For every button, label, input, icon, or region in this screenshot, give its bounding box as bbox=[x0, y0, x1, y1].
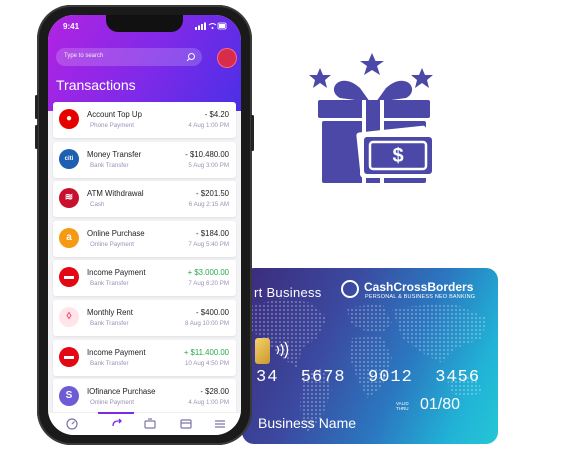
card-chip-icon bbox=[255, 338, 270, 364]
transfer-icon[interactable] bbox=[110, 417, 124, 431]
transaction-date: 8 Aug 10:00 PM bbox=[184, 319, 229, 327]
wallet-icon[interactable] bbox=[179, 417, 193, 431]
transaction-amount: - $28.00 bbox=[200, 387, 229, 397]
santander-logo-icon: ▬ bbox=[59, 267, 79, 288]
card-holder-name: Business Name bbox=[258, 415, 357, 431]
transaction-date: 5 Aug 3:00 PM bbox=[188, 161, 229, 169]
airbnb-logo-icon: ◊ bbox=[59, 306, 79, 327]
transaction-subtitle: Cash bbox=[90, 201, 105, 209]
phone-screen: 9:41 Type to search Transactions ● Accoun… bbox=[48, 15, 241, 435]
transaction-row[interactable]: ▬ Income Payment Bank Transfer + $3.000.00 7… bbox=[53, 260, 236, 297]
transaction-row[interactable]: ● Account Top Up Phone Payment - $4.20 4 Aug… bbox=[53, 102, 236, 138]
transaction-title: Money Transfer bbox=[87, 149, 142, 159]
card-tagline: PERSONAL & BUSINESS NEO BANKING bbox=[365, 294, 476, 300]
search-icon[interactable] bbox=[186, 52, 196, 62]
card-brand-icon bbox=[341, 280, 359, 298]
transaction-subtitle: Bank Transfer bbox=[90, 280, 129, 288]
transaction-title: Income Payment bbox=[87, 268, 146, 278]
transaction-subtitle: Online Payment bbox=[90, 240, 135, 248]
bank-of-america-logo-icon: ≋ bbox=[59, 188, 79, 209]
transaction-amount: - $184.00 bbox=[196, 228, 229, 238]
transaction-subtitle: Bank Transfer bbox=[90, 319, 129, 327]
transaction-date: 4 Aug 1:00 PM bbox=[188, 399, 229, 407]
phone-mockup: 9:41 Type to search Transactions ● Accoun… bbox=[35, 5, 254, 445]
transaction-subtitle: Phone Payment bbox=[90, 122, 135, 129]
credit-card: rt Business CashCrossBorders PERSONAL & … bbox=[242, 268, 498, 444]
gift-money-icon: $ bbox=[309, 53, 436, 183]
iofinance-logo-icon: S bbox=[59, 386, 79, 407]
transaction-title: Account Top Up bbox=[87, 110, 142, 119]
card-business-label: rt Business bbox=[254, 285, 322, 300]
phone-notch bbox=[106, 15, 183, 32]
bottom-tab-bar bbox=[48, 412, 241, 435]
transaction-amount: - $201.50 bbox=[196, 189, 229, 199]
cards-icon[interactable] bbox=[143, 417, 157, 431]
vodafone-logo-icon: ● bbox=[59, 109, 79, 129]
transaction-date: 10 Aug 4:50 PM bbox=[184, 359, 229, 367]
citi-logo-icon: citi bbox=[59, 148, 79, 169]
contactless-icon bbox=[276, 341, 289, 359]
transaction-amount: + $3.000.00 bbox=[187, 268, 229, 278]
dashboard-icon[interactable] bbox=[65, 417, 79, 431]
active-tab-indicator bbox=[98, 412, 134, 414]
transaction-date: 6 Aug 2:15 AM bbox=[188, 201, 229, 209]
transaction-subtitle: Online Payment bbox=[90, 399, 135, 407]
transaction-row[interactable]: S IOfinance Purchase Online Payment - $28.0… bbox=[53, 379, 236, 416]
transaction-amount: - $10.480.00 bbox=[185, 149, 229, 159]
avatar[interactable] bbox=[218, 49, 236, 67]
transaction-amount: + $11.400.00 bbox=[183, 347, 229, 357]
transaction-subtitle: Bank Transfer bbox=[90, 161, 129, 169]
transaction-row[interactable]: ◊ Monthly Rent Bank Transfer - $400.00 8 Aug… bbox=[53, 299, 236, 336]
search-input[interactable]: Type to search bbox=[56, 48, 202, 66]
transaction-title: IOfinance Purchase bbox=[87, 387, 156, 397]
menu-icon[interactable] bbox=[213, 417, 227, 431]
page-title: Transactions bbox=[56, 77, 136, 93]
status-time: 9:41 bbox=[63, 22, 80, 31]
transaction-date: 7 Aug 5:40 PM bbox=[188, 240, 229, 248]
santander-logo-icon: ▬ bbox=[59, 346, 79, 367]
power-button bbox=[251, 115, 254, 151]
transaction-amount: - $4.20 bbox=[204, 110, 229, 119]
transaction-list: ● Account Top Up Phone Payment - $4.20 4 Aug… bbox=[53, 102, 236, 419]
transaction-title: Monthly Rent bbox=[87, 307, 133, 317]
transaction-subtitle: Bank Transfer bbox=[90, 359, 129, 367]
status-icons bbox=[195, 22, 227, 30]
search-placeholder: Type to search bbox=[64, 53, 104, 59]
card-brand-name: CashCrossBorders bbox=[364, 280, 474, 294]
transaction-title: Income Payment bbox=[87, 347, 146, 357]
transaction-row[interactable]: a Online Purchase Online Payment - $184.00 7… bbox=[53, 220, 236, 257]
transaction-date: 7 Aug 6:20 PM bbox=[188, 280, 229, 288]
transaction-date: 4 Aug 1:00 PM bbox=[188, 122, 229, 129]
valid-thru-label: VALID THRU bbox=[396, 401, 409, 411]
card-number: 34 5678 9012 3456 bbox=[256, 368, 481, 387]
card-expiry: 01/80 bbox=[420, 396, 461, 413]
svg-text:$: $ bbox=[392, 145, 403, 167]
transaction-title: ATM Withdrawal bbox=[87, 189, 144, 199]
transaction-amount: - $400.00 bbox=[196, 307, 229, 317]
volume-button bbox=[35, 95, 38, 119]
transaction-row[interactable]: ≋ ATM Withdrawal Cash - $201.50 6 Aug 2:15 A… bbox=[53, 181, 236, 218]
transaction-row[interactable]: ▬ Income Payment Bank Transfer + $11.400.00… bbox=[53, 339, 236, 376]
volume-button bbox=[35, 125, 38, 149]
amazon-logo-icon: a bbox=[59, 227, 79, 248]
transaction-title: Online Purchase bbox=[87, 228, 145, 238]
transaction-row[interactable]: citi Money Transfer Bank Transfer - $10.480… bbox=[53, 141, 236, 178]
